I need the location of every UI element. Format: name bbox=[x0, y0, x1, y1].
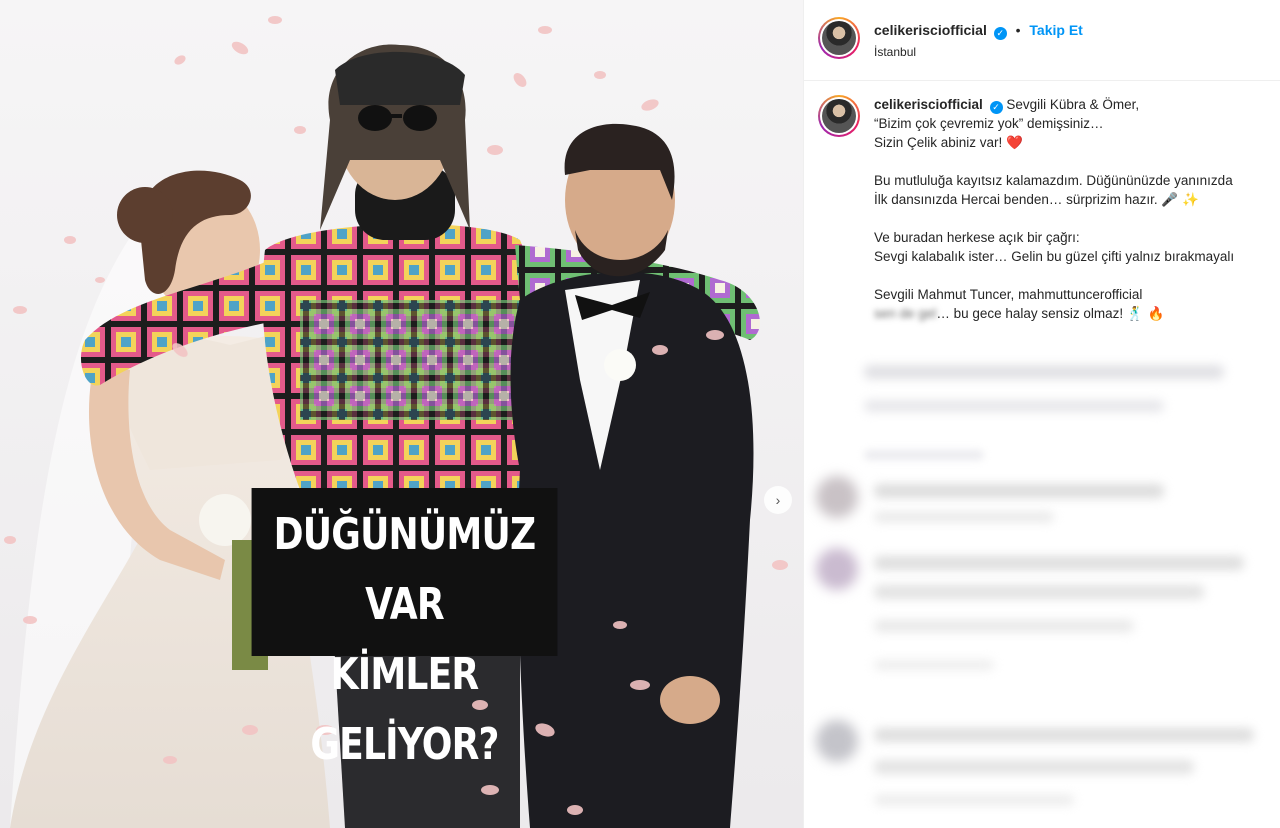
blurred-row bbox=[874, 728, 1254, 742]
blurred-row bbox=[874, 512, 1054, 522]
blurred-avatar bbox=[816, 548, 858, 590]
blurred-row bbox=[874, 556, 1244, 570]
blurred-row bbox=[874, 620, 1134, 632]
blurred-row bbox=[864, 400, 1164, 412]
blurred-comments bbox=[804, 0, 1280, 828]
post-photo[interactable]: DÜĞÜNÜMÜZ VAR KİMLER GELİYOR? › bbox=[0, 0, 803, 828]
post-side-panel: celikerisciofficial ✓ • Takip Et İstanbu… bbox=[803, 0, 1280, 828]
blurred-row bbox=[864, 450, 984, 460]
instagram-post: DÜĞÜNÜMÜZ VAR KİMLER GELİYOR? › celikeri… bbox=[0, 0, 1280, 828]
overlay-line-2: KİMLER GELİYOR? bbox=[310, 649, 499, 770]
image-overlay-caption: DÜĞÜNÜMÜZ VAR KİMLER GELİYOR? bbox=[251, 488, 558, 770]
blurred-row bbox=[874, 585, 1204, 599]
blurred-row bbox=[874, 795, 1074, 805]
chevron-right-icon: › bbox=[775, 492, 781, 508]
blurred-row bbox=[864, 365, 1224, 379]
blurred-row bbox=[874, 660, 994, 670]
blurred-row bbox=[874, 484, 1164, 498]
blurred-avatar bbox=[816, 476, 858, 518]
carousel-next-button[interactable]: › bbox=[764, 486, 792, 514]
overlay-line-1: DÜĞÜNÜMÜZ VAR bbox=[273, 509, 536, 630]
blurred-avatar bbox=[816, 720, 858, 762]
blurred-row bbox=[874, 760, 1194, 774]
